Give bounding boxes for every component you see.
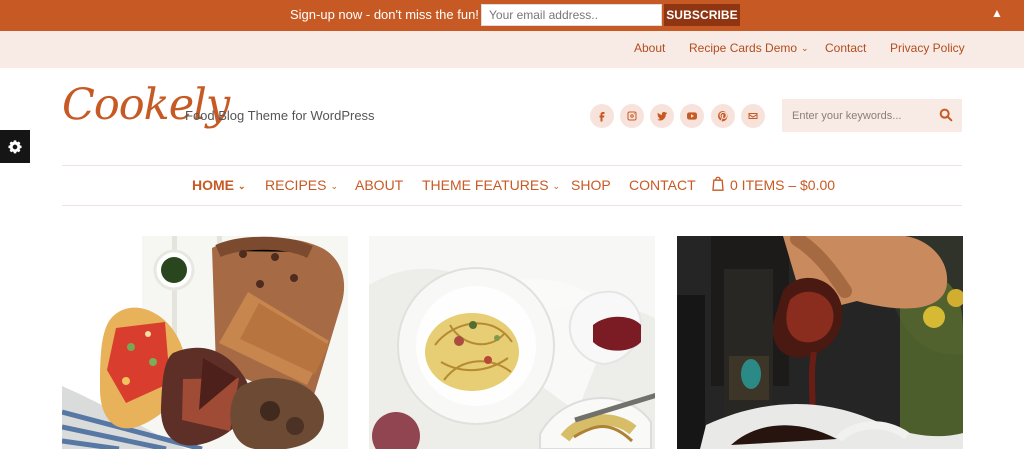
gear-icon [8,139,22,153]
spaghetti-and-wine-photo [369,236,655,449]
main-nav-recipes-label: RECIPES [265,177,327,193]
top-nav-recipe-cards-demo-label: Recipe Cards Demo [689,41,798,55]
shopping-bag-icon[interactable] [711,176,725,191]
top-nav-recipe-cards-demo-link[interactable]: Recipe Cards Demo ⌄ [689,41,809,55]
chevron-down-icon: ⌄ [238,181,246,191]
promo-bar: Sign-up now - don't miss the fun! SUBSCR… [0,0,1024,31]
main-nav-shop[interactable]: SHOP [571,177,611,193]
promo-text: Sign-up now - don't miss the fun! [290,7,479,22]
main-nav-home[interactable]: HOME ⌄ [192,177,246,195]
recipe-card-spaghetti[interactable] [369,236,655,449]
twitter-icon[interactable] [650,104,674,128]
navigation-top-divider [62,165,962,166]
top-nav-about-link[interactable]: About [634,41,665,55]
youtube-icon[interactable] [680,104,704,128]
main-nav-contact[interactable]: CONTACT [629,177,696,193]
subscribe-button[interactable]: SUBSCRIBE [664,4,740,26]
recipe-card-sauce[interactable] [677,236,963,449]
bruschetta-and-bread-photo [62,236,348,449]
main-nav-theme-features-label: THEME FEATURES [422,177,549,193]
recipe-card-bruschetta[interactable] [62,236,348,449]
settings-button[interactable] [0,130,30,163]
instagram-icon[interactable] [620,104,644,128]
main-nav-about[interactable]: ABOUT [355,177,403,193]
sauce-pouring-photo [677,236,963,449]
top-nav-contact-link[interactable]: Contact [825,41,866,55]
chevron-down-icon: ⌄ [330,181,339,191]
email-field[interactable] [481,4,662,26]
email-icon[interactable] [741,104,765,128]
navigation-bottom-divider [62,205,962,206]
main-nav-home-label: HOME [192,177,234,193]
site-tagline: Food Blog Theme for WordPress [185,108,375,123]
cart-summary[interactable]: 0 ITEMS – $0.00 [730,177,835,193]
search-icon[interactable] [938,107,954,123]
search-box [782,99,962,132]
top-nav-privacy-policy-link[interactable]: Privacy Policy [890,41,965,55]
search-input[interactable] [782,99,927,132]
chevron-down-icon: ⌄ [552,181,561,191]
chevron-down-icon: ⌄ [801,43,809,53]
pinterest-icon[interactable] [711,104,735,128]
top-navigation: About Recipe Cards Demo ⌄ Contact Privacy… [0,31,1024,68]
main-nav-recipes[interactable]: RECIPES ⌄ [265,177,338,195]
facebook-icon[interactable] [590,104,614,128]
collapse-promo-icon[interactable]: ▲ [990,6,1004,20]
main-nav-theme-features[interactable]: THEME FEATURES ⌄ [422,177,560,195]
